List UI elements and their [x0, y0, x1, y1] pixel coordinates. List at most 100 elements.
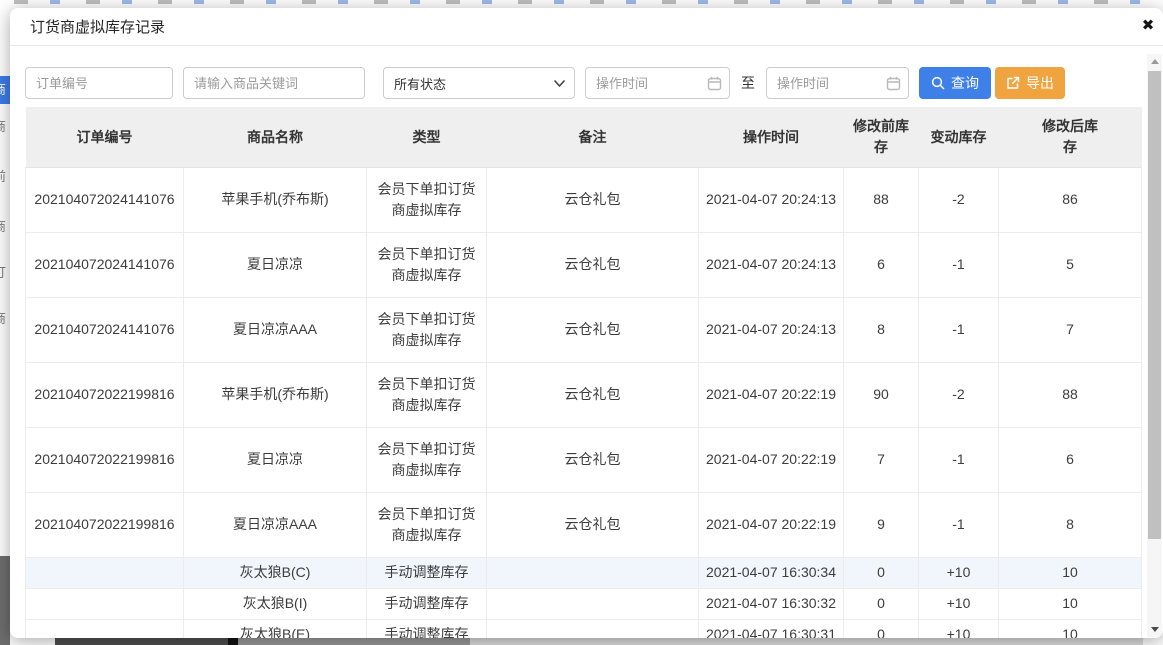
- table-cell: 夏日凉凉: [184, 427, 367, 492]
- search-icon: [931, 76, 945, 90]
- table-cell: 6: [999, 427, 1142, 492]
- sidebar-item-fragment: 商: [0, 308, 10, 328]
- sidebar-item-fragment: 商: [0, 116, 10, 136]
- table-cell: 会员下单扣订货商虚拟库存: [367, 167, 487, 232]
- table-cell: 云仓礼包: [487, 427, 699, 492]
- table-cell: 2021-04-07 20:24:13: [699, 297, 844, 362]
- scrollbar-up-arrow-icon[interactable]: [1147, 54, 1162, 69]
- date-from-field[interactable]: [585, 67, 730, 99]
- date-from-input[interactable]: [585, 67, 730, 99]
- table-cell: 会员下单扣订货商虚拟库存: [367, 232, 487, 297]
- export-button[interactable]: 导出: [995, 67, 1065, 99]
- column-header: 订单编号: [26, 107, 184, 167]
- table-cell: [26, 557, 184, 588]
- table-row: 202104072022199816夏日凉凉AAA会员下单扣订货商虚拟库存云仓礼…: [26, 492, 1142, 557]
- table-cell: 202104072022199816: [26, 427, 184, 492]
- table-cell: +10: [919, 619, 999, 638]
- sidebar-item-fragment: 商: [0, 216, 10, 236]
- table-cell: 2021-04-07 16:30:31: [699, 619, 844, 638]
- scrollbar-down-arrow-icon[interactable]: [1147, 622, 1162, 637]
- table-header-row: 订单编号商品名称类型备注操作时间修改前库存变动库存修改后库存: [26, 107, 1142, 167]
- table-cell: 0: [844, 588, 919, 619]
- table-row: 202104072024141076夏日凉凉会员下单扣订货商虚拟库存云仓礼包20…: [26, 232, 1142, 297]
- table-cell: [26, 619, 184, 638]
- table-row: 202104072024141076苹果手机(乔布斯)会员下单扣订货商虚拟库存云…: [26, 167, 1142, 232]
- status-select-value: 所有状态: [394, 74, 446, 93]
- table-cell: [487, 619, 699, 638]
- table-cell: 苹果手机(乔布斯): [184, 362, 367, 427]
- table-cell: 202104072024141076: [26, 297, 184, 362]
- table-cell: 2021-04-07 20:24:13: [699, 232, 844, 297]
- sidebar-item-fragment: 前: [0, 166, 10, 186]
- date-to-field[interactable]: [766, 67, 909, 99]
- table-cell: 9: [844, 492, 919, 557]
- order-number-input[interactable]: [25, 67, 173, 99]
- table-cell: 2021-04-07 16:30:34: [699, 557, 844, 588]
- table-cell: 88: [844, 167, 919, 232]
- table-row: 202104072022199816苹果手机(乔布斯)会员下单扣订货商虚拟库存云…: [26, 362, 1142, 427]
- product-keyword-input[interactable]: [183, 67, 365, 99]
- search-button[interactable]: 查询: [919, 67, 991, 99]
- status-select[interactable]: 所有状态: [383, 67, 575, 99]
- sidebar-item-fragment: 订: [0, 262, 10, 282]
- filter-bar: 所有状态 至: [10, 46, 1163, 107]
- table-cell: 手动调整库存: [367, 619, 487, 638]
- table-cell: 10: [999, 557, 1142, 588]
- bottom-bar-segment: [55, 637, 228, 645]
- scrollbar-thumb[interactable]: [1148, 71, 1161, 539]
- table-cell: 6: [844, 232, 919, 297]
- table-cell: 2021-04-07 20:22:19: [699, 362, 844, 427]
- date-range-to-label: 至: [740, 73, 756, 93]
- column-header: 操作时间: [699, 107, 844, 167]
- table-cell: 202104072024141076: [26, 167, 184, 232]
- table-cell: 夏日凉凉AAA: [184, 492, 367, 557]
- export-icon: [1006, 76, 1020, 90]
- chevron-down-icon: [554, 80, 565, 88]
- table-cell: 86: [999, 167, 1142, 232]
- table-cell: 苹果手机(乔布斯): [184, 167, 367, 232]
- vertical-scrollbar[interactable]: [1147, 54, 1162, 637]
- table-cell: 0: [844, 557, 919, 588]
- table-cell: 202104072022199816: [26, 362, 184, 427]
- table-cell: 夏日凉凉: [184, 232, 367, 297]
- table-cell: -1: [919, 297, 999, 362]
- table-cell: 7: [844, 427, 919, 492]
- bottom-bar-segment: [228, 637, 238, 645]
- table-cell: [487, 557, 699, 588]
- stock-record-table: 订单编号商品名称类型备注操作时间修改前库存变动库存修改后库存 202104072…: [25, 107, 1142, 638]
- table-cell: 会员下单扣订货商虚拟库存: [367, 362, 487, 427]
- column-header: 变动库存: [919, 107, 999, 167]
- virtual-stock-record-modal: 订货商虚拟库存记录 ✖ 所有状态 至: [10, 8, 1163, 638]
- search-button-label: 查询: [951, 73, 979, 93]
- column-header: 修改前库存: [844, 107, 919, 167]
- table-cell: 90: [844, 362, 919, 427]
- column-header: 商品名称: [184, 107, 367, 167]
- table-cell: 5: [999, 232, 1142, 297]
- table-cell: 2021-04-07 20:24:13: [699, 167, 844, 232]
- table-cell: 会员下单扣订货商虚拟库存: [367, 427, 487, 492]
- table-row: 202104072022199816夏日凉凉会员下单扣订货商虚拟库存云仓礼包20…: [26, 427, 1142, 492]
- table-cell: 2021-04-07 20:22:19: [699, 492, 844, 557]
- table-cell: +10: [919, 588, 999, 619]
- sidebar-bottom-block: [0, 556, 10, 645]
- table-row: 灰太狼B(E)手动调整库存2021-04-07 16:30:310+1010: [26, 619, 1142, 638]
- table-cell: 手动调整库存: [367, 588, 487, 619]
- table-cell: 云仓礼包: [487, 492, 699, 557]
- table-row: 灰太狼B(I)手动调整库存2021-04-07 16:30:320+1010: [26, 588, 1142, 619]
- modal-header: 订货商虚拟库存记录: [10, 8, 1163, 46]
- table-cell: 夏日凉凉AAA: [184, 297, 367, 362]
- table-cell: 云仓礼包: [487, 167, 699, 232]
- sidebar-item-fragment: 商: [0, 76, 10, 104]
- table-cell: [487, 588, 699, 619]
- table-row: 202104072024141076夏日凉凉AAA会员下单扣订货商虚拟库存云仓礼…: [26, 297, 1142, 362]
- column-header: 类型: [367, 107, 487, 167]
- column-header: 修改后库存: [999, 107, 1142, 167]
- date-to-input[interactable]: [766, 67, 909, 99]
- table-cell: 灰太狼B(C): [184, 557, 367, 588]
- close-icon[interactable]: ✖: [1138, 16, 1158, 36]
- table-cell: 8: [844, 297, 919, 362]
- table-cell: +10: [919, 557, 999, 588]
- table-cell: 0: [844, 619, 919, 638]
- table-cell: 202104072022199816: [26, 492, 184, 557]
- modal-title: 订货商虚拟库存记录: [30, 16, 165, 37]
